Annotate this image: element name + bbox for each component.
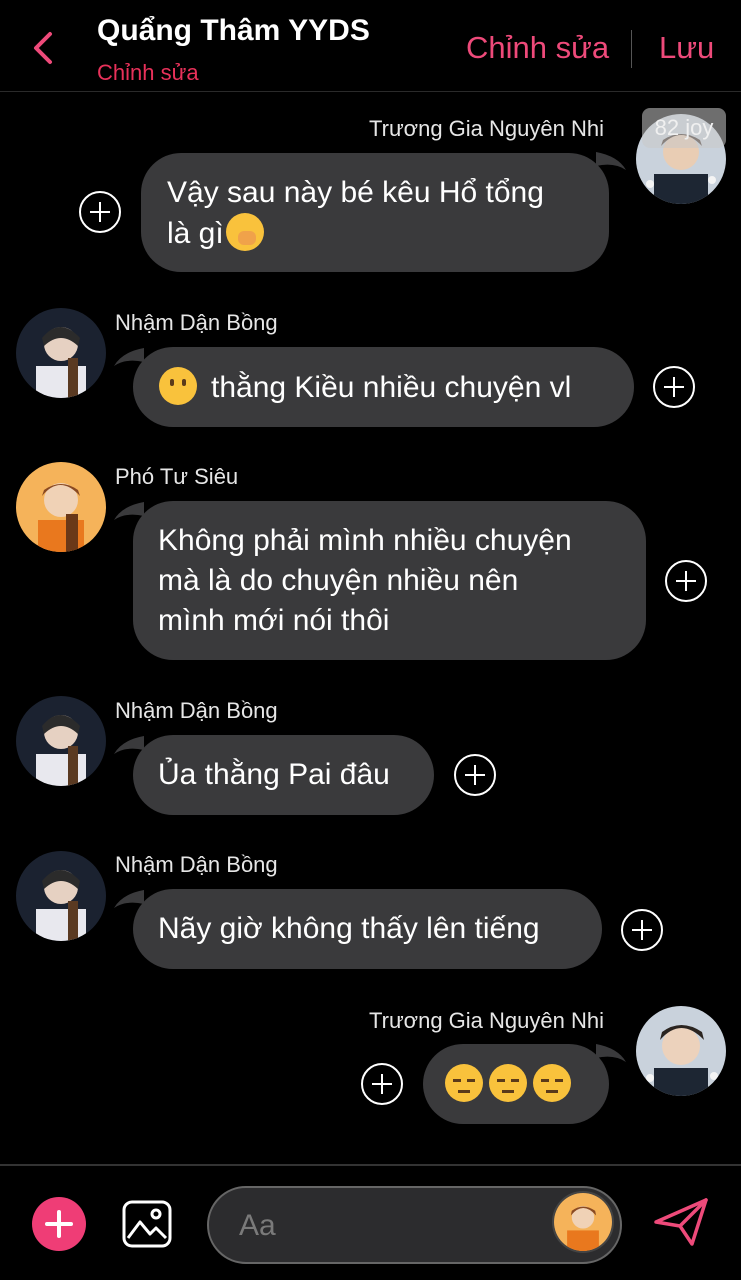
react-plus-button[interactable] [621, 909, 663, 951]
react-plus-button[interactable] [454, 754, 496, 796]
react-plus-button[interactable] [361, 1063, 403, 1105]
add-attachment-button[interactable] [32, 1197, 86, 1251]
pensive-face-emoji-icon [489, 1064, 527, 1102]
joy-badge: 82 joy [642, 108, 726, 148]
message-text: Ủa thằng Pai đâu [158, 758, 390, 791]
sticker-avatar-button[interactable] [552, 1191, 614, 1253]
bubble-tail [596, 152, 626, 170]
slightly-smiling-face-emoji-icon [159, 367, 197, 405]
chat-title: Quẩng Thâm YYDS [97, 14, 370, 47]
message-input[interactable] [239, 1206, 539, 1246]
react-plus-button[interactable] [79, 191, 121, 233]
message-text: thằng Kiều nhiều chuyện vl [211, 371, 572, 404]
send-paper-plane-icon[interactable] [652, 1196, 710, 1248]
pensive-face-emoji-icon [445, 1064, 483, 1102]
composer-bar [0, 1164, 741, 1280]
message-bubble [423, 1044, 609, 1124]
message-bubble: Không phải mình nhiều chuyện mà là do ch… [133, 501, 646, 660]
avatar[interactable] [16, 696, 106, 786]
chat-header: Quẩng Thâm YYDS Chỉnh sửa Chỉnh sửa Lưu [0, 0, 741, 92]
face-with-hand-over-mouth-emoji-icon [225, 213, 264, 251]
message-text: Nãy giờ không thấy lên tiếng [158, 912, 540, 945]
react-plus-button[interactable] [665, 560, 707, 602]
back-chevron-icon[interactable] [26, 28, 62, 68]
avatar[interactable] [16, 308, 106, 398]
avatar[interactable] [636, 1006, 726, 1096]
message-sender: Nhậm Dận Bồng [115, 698, 278, 723]
message-text: mình mới nói thôi [158, 604, 390, 637]
message-text: mà là do chuyện nhiều nên [158, 564, 519, 597]
react-plus-button[interactable] [653, 366, 695, 408]
message-bubble: Vậy sau này bé kêu Hổ tổng là gì [141, 153, 609, 272]
message-bubble: thằng Kiều nhiều chuyện vl [133, 347, 634, 427]
message-text: Không phải mình nhiều chuyện [158, 524, 572, 557]
pensive-face-emoji-icon [533, 1064, 571, 1102]
edit-button[interactable]: Chỉnh sửa [466, 30, 609, 66]
avatar[interactable] [16, 462, 106, 552]
save-button[interactable]: Lưu [659, 30, 714, 66]
message-bubble: Ủa thằng Pai đâu [133, 735, 434, 815]
header-divider [631, 30, 632, 68]
bubble-tail [596, 1044, 626, 1062]
message-sender: Phó Tư Siêu [115, 464, 239, 489]
message-bubble: Nãy giờ không thấy lên tiếng [133, 889, 602, 969]
message-sender: Nhậm Dận Bồng [115, 310, 278, 335]
message-sender: Trương Gia Nguyên Nhi [369, 1008, 604, 1033]
avatar[interactable] [16, 851, 106, 941]
message-text: là gì [167, 217, 224, 250]
message-text: Vậy sau này bé kêu Hổ tổng [167, 176, 544, 209]
message-sender: Nhậm Dận Bồng [115, 852, 278, 877]
pensive-emoji-row [445, 1064, 587, 1105]
image-gallery-icon[interactable] [122, 1200, 172, 1248]
chat-subtitle[interactable]: Chỉnh sửa [97, 60, 199, 86]
message-sender: Trương Gia Nguyên Nhi [369, 116, 604, 141]
